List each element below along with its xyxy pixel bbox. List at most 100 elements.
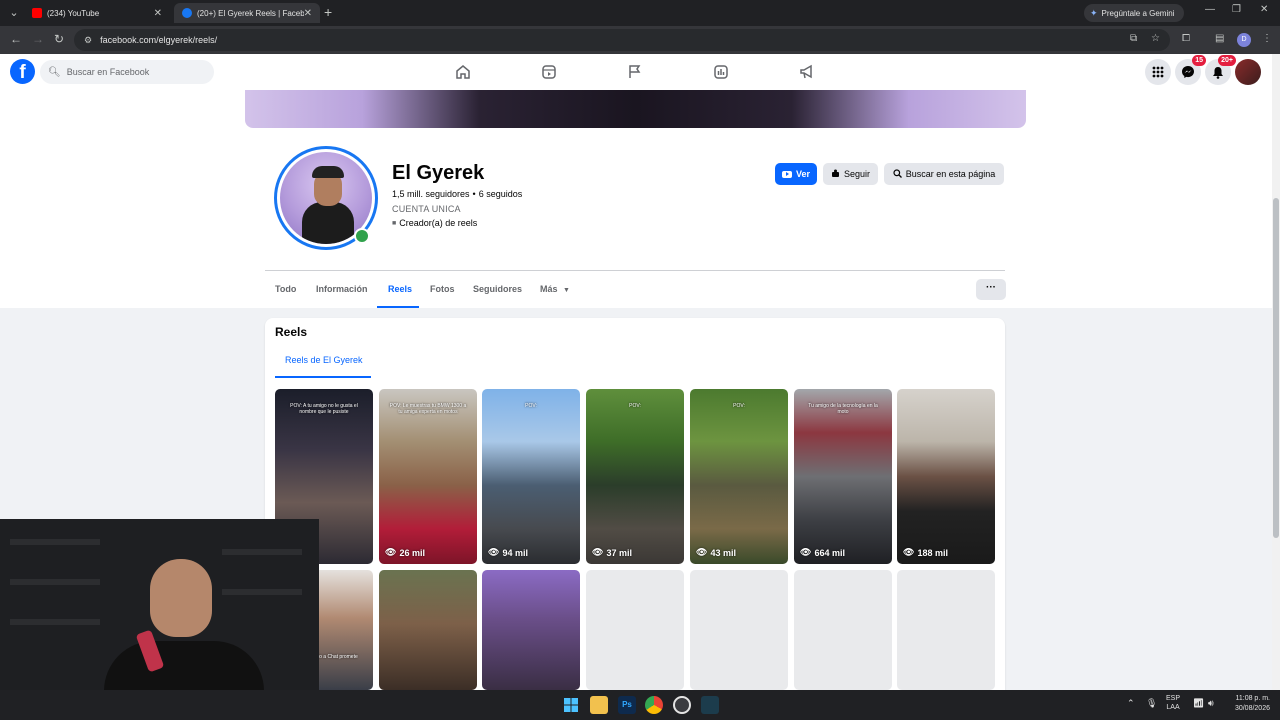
flag-icon[interactable] [625,62,645,82]
following-count[interactable]: 6 seguidos [479,189,523,199]
wifi-icon[interactable]: 📶︎ [1193,699,1204,708]
shelf [222,589,302,595]
page-scrollbar-thumb[interactable] [1273,198,1279,538]
site-info-icon[interactable]: ⚙ [84,35,92,46]
app-icon[interactable] [701,696,719,714]
browser-menu-icon[interactable]: ⋮ [1262,33,1272,44]
restore-icon[interactable]: ❐ [1232,4,1241,15]
windows-taskbar [0,690,1280,720]
minimize-icon[interactable]: — [1205,4,1215,15]
streamer-head [150,559,212,637]
chrome-icon[interactable] [645,696,663,714]
microphone-tray-icon[interactable]: 🎙︎ [1146,699,1157,708]
url-bar[interactable]: ⚙ facebook.com/elgyerek/reels/ [74,29,1170,51]
clock-date: 30/08/2026 [1234,705,1270,712]
reel-caption: Tu amigo de la tecnología en la moto [808,403,878,415]
tab-fotos[interactable]: Fotos [430,284,455,294]
close-window-icon[interactable]: ✕ [1260,4,1268,15]
tray-chevron-icon[interactable]: ⌃ [1127,699,1135,708]
close-icon[interactable]: ✕ [304,8,312,19]
file-explorer-icon[interactable] [590,696,608,714]
volume-icon[interactable]: 🔊︎ [1208,699,1214,708]
windows-start-icon[interactable] [562,696,580,714]
reel-thumbnail[interactable]: POV: Le muestras tu BMW 1300 a tu amiga … [379,389,477,564]
view-count: 👁︎ 664 mil [800,547,845,558]
search-page-button[interactable]: Buscar en esta página [884,163,1004,185]
reel-thumbnail[interactable] [482,570,580,690]
followers-count[interactable]: 1,5 mill. seguidores [392,189,470,199]
cast-icon[interactable]: ⧉ [1130,33,1137,44]
tab-facebook[interactable]: (20+) El Gyerek Reels | Facebook ✕ [174,3,320,23]
profile-picture-cap [312,166,344,178]
photoshop-icon[interactable]: Ps [618,696,636,714]
view-count: 👁︎ 94 mil [488,547,528,558]
reel-caption: POV: [525,403,537,409]
messenger-icon[interactable]: 15 [1175,55,1206,85]
youtube-favicon-icon [32,8,42,18]
view-count-text: 43 mil [710,547,736,558]
close-icon[interactable]: ✕ [154,8,162,19]
reel-loading-placeholder [897,570,995,690]
app-icon[interactable] [673,696,691,714]
new-tab-button[interactable]: + [324,4,332,20]
online-status-dot [354,228,370,244]
bell-icon[interactable]: 20+ [1205,55,1236,85]
reload-icon[interactable]: ↻ [54,32,64,46]
reel-thumbnail[interactable]: POV: 👁︎ 94 mil [482,389,580,564]
system-clock[interactable]: 11:08 p. m. 30/08/2026 [1226,694,1270,714]
facebook-search[interactable]: 🔍︎ [40,60,214,84]
reel-caption: POV: A tu amigo no le gusta el nombre qu… [290,403,358,415]
profile-type-label: Creador(a) de reels [399,218,478,228]
reels-subtab[interactable]: Reels de El Gyerek [285,355,363,365]
tab-mas[interactable]: Más ▼ [540,284,570,294]
gemini-label: Pregúntale a Gemini [1101,8,1175,18]
tab-informacion[interactable]: Información [316,284,368,294]
menu-grid-icon[interactable] [1145,59,1171,85]
tab-title: (20+) El Gyerek Reels | Facebook [197,8,304,18]
cover-photo[interactable] [245,90,1026,128]
search-page-label: Buscar en esta página [905,169,996,179]
bookmark-star-icon[interactable]: ☆ [1151,33,1160,44]
account-avatar[interactable] [1235,59,1261,85]
facebook-header: f 🔍︎ 15 20+ [0,54,1272,90]
browser-profile-avatar[interactable]: D [1237,33,1251,47]
view-count: 👁︎ 188 mil [903,547,948,558]
profile-category: CUENTA UNICA [392,204,461,214]
sidebar-icon[interactable]: ▤ [1215,33,1224,44]
search-input[interactable] [66,67,207,77]
profile-stats: 1,5 mill. seguidores • 6 seguidos [392,189,522,199]
reel-loading-placeholder [586,570,684,690]
home-icon[interactable] [453,62,473,82]
more-options-button[interactable]: ··· [976,279,1006,300]
megaphone-icon[interactable] [797,62,817,82]
follow-button[interactable]: Seguir [823,163,878,185]
separator-dot: • [472,189,476,199]
tab-todo[interactable]: Todo [275,284,296,294]
back-icon[interactable]: ← [10,32,22,46]
eye-icon: 👁︎ [385,547,397,557]
reel-thumbnail[interactable]: Tu amigo de la tecnología en la moto 👁︎ 6… [794,389,892,564]
extensions-icon[interactable]: ⧠ [1182,33,1190,44]
reel-thumbnail[interactable] [379,570,477,690]
reel-thumbnail[interactable]: POV: 👁︎ 43 mil [690,389,788,564]
tab-seguidores[interactable]: Seguidores [473,284,522,294]
stats-icon[interactable] [711,62,731,82]
ver-button[interactable]: Ver [775,163,817,185]
forward-icon[interactable]: → [32,32,44,46]
shelf [10,579,100,585]
facebook-logo[interactable]: f [10,59,35,84]
caret-down-icon: ▼ [563,287,570,294]
reel-thumbnail[interactable]: 👁︎ 188 mil [897,389,995,564]
notifications-badge: 20+ [1218,55,1236,66]
language-indicator[interactable]: ESP LAA [1166,694,1180,712]
reel-thumbnail[interactable]: POV: 👁︎ 37 mil [586,389,684,564]
video-icon[interactable] [539,62,559,82]
tab-search-icon[interactable]: ⌄ [6,5,22,21]
tab-mas-label: Más [540,284,558,294]
tab-reels[interactable]: Reels [388,284,412,294]
profile-divider [265,270,1005,271]
reel-caption: POV: [629,403,641,409]
tab-youtube[interactable]: (234) YouTube ✕ [24,3,170,23]
gemini-button[interactable]: ✦ Pregúntale a Gemini [1084,4,1184,22]
messenger-badge: 15 [1192,55,1206,66]
